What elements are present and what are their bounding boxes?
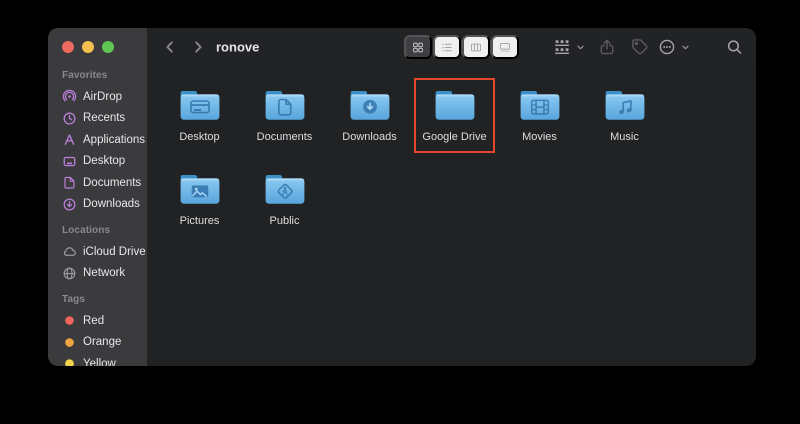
folder-row: Pictures Public [157, 164, 667, 228]
tag-dot-icon [62, 356, 77, 366]
main-pane: ronove Desktop Documents [148, 28, 756, 366]
traffic-lights [48, 28, 147, 53]
gallery-view-icon [499, 39, 511, 56]
folder-item-music[interactable]: Music [582, 80, 667, 144]
sidebar-section-header: Tags [62, 293, 147, 307]
share-button[interactable] [598, 38, 616, 56]
folder-item-documents[interactable]: Documents [242, 80, 327, 144]
more-icon [658, 38, 676, 56]
sidebar-item-icloud-drive[interactable]: iCloud Drive [62, 241, 147, 263]
list-view-button[interactable] [433, 35, 461, 59]
chevron-left-icon [162, 39, 178, 55]
chevron-down-icon [576, 43, 585, 52]
folder-icon [517, 86, 563, 124]
folder-icon [432, 86, 478, 124]
folder-item-google-drive[interactable]: Google Drive [412, 80, 497, 144]
tag-icon [631, 38, 649, 56]
finder-window: Favorites AirDrop Recents Applications D… [48, 28, 756, 366]
share-icon [598, 38, 616, 56]
search-button[interactable] [726, 39, 743, 56]
forward-button[interactable] [190, 39, 206, 55]
sidebar-sections: Favorites AirDrop Recents Applications D… [48, 69, 147, 366]
list-view-icon [441, 39, 453, 56]
folder-icon [177, 86, 223, 124]
folder-icon [177, 170, 223, 208]
folder-item-desktop[interactable]: Desktop [157, 80, 242, 144]
toolbar: ronove [148, 28, 756, 66]
document-icon [62, 175, 77, 190]
sidebar-item-orange[interactable]: Orange [62, 332, 147, 354]
sidebar-item-desktop[interactable]: Desktop [62, 151, 147, 173]
screen: Favorites AirDrop Recents Applications D… [0, 0, 800, 424]
sidebar-section: Tags Red Orange Yellow [62, 293, 147, 366]
folder-item-movies[interactable]: Movies [497, 80, 582, 144]
folder-item-public[interactable]: Public [242, 164, 327, 228]
sidebar-item-red[interactable]: Red [62, 310, 147, 332]
group-by-button[interactable] [553, 38, 585, 56]
search-icon [726, 39, 743, 56]
zoom-button[interactable] [102, 41, 114, 53]
globe-icon [62, 266, 77, 281]
minimize-button[interactable] [82, 41, 94, 53]
applications-icon [62, 132, 77, 147]
sidebar-item-airdrop[interactable]: AirDrop [62, 86, 147, 108]
tag-dot-icon [62, 313, 77, 328]
folder-icon [262, 86, 308, 124]
back-button[interactable] [162, 39, 178, 55]
sidebar-item-yellow[interactable]: Yellow [62, 353, 147, 366]
tags-button[interactable] [631, 38, 649, 56]
sidebar-item-network[interactable]: Network [62, 263, 147, 285]
folder-row: Desktop Documents Downloads Google Drive… [157, 80, 667, 144]
chevron-down-icon [681, 43, 690, 52]
folder-icon [262, 170, 308, 208]
view-mode-switcher [404, 35, 519, 59]
folder-grid: Desktop Documents Downloads Google Drive… [157, 80, 667, 228]
folder-icon [347, 86, 393, 124]
sidebar-item-recents[interactable]: Recents [62, 108, 147, 130]
more-button[interactable] [658, 38, 690, 56]
group-icon [553, 38, 571, 56]
column-view-button[interactable] [462, 35, 490, 59]
icon-view-button[interactable] [404, 35, 432, 59]
sidebar-section-header: Favorites [62, 69, 147, 83]
folder-icon [602, 86, 648, 124]
folder-item-downloads[interactable]: Downloads [327, 80, 412, 144]
sidebar-item-downloads[interactable]: Downloads [62, 194, 147, 216]
desktop-icon [62, 154, 77, 169]
content-area: Desktop Documents Downloads Google Drive… [148, 66, 756, 366]
tag-dot-icon [62, 335, 77, 350]
clock-icon [62, 111, 77, 126]
close-button[interactable] [62, 41, 74, 53]
window-title: ronove [216, 40, 259, 55]
columns-view-icon [470, 39, 482, 56]
airdrop-icon [62, 89, 77, 104]
grid-view-icon [412, 39, 424, 56]
cloud-icon [62, 244, 77, 259]
sidebar-item-applications[interactable]: Applications [62, 129, 147, 151]
folder-item-pictures[interactable]: Pictures [157, 164, 242, 228]
gallery-view-button[interactable] [491, 35, 519, 59]
sidebar-item-documents[interactable]: Documents [62, 172, 147, 194]
sidebar-section: Favorites AirDrop Recents Applications D… [62, 69, 147, 215]
chevron-right-icon [190, 39, 206, 55]
sidebar: Favorites AirDrop Recents Applications D… [48, 28, 148, 366]
sidebar-section-header: Locations [62, 224, 147, 238]
download-icon [62, 197, 77, 212]
sidebar-section: Locations iCloud Drive Network [62, 224, 147, 284]
